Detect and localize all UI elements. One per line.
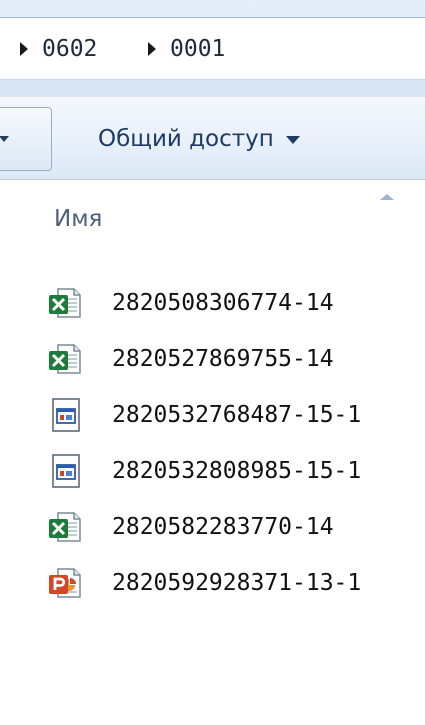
file-name: 2820532768487-15-1: [112, 402, 362, 428]
breadcrumb-item-0001[interactable]: 0001: [148, 18, 225, 80]
excel-file-icon: [48, 342, 94, 376]
list-item[interactable]: 2820532808985-15-1: [48, 443, 418, 499]
file-name: 2820582283770-14: [112, 514, 334, 540]
excel-file-icon: [48, 510, 94, 544]
file-name: 2820527869755-14: [112, 346, 334, 372]
list-item[interactable]: 2820508306774-14: [48, 275, 418, 331]
powerpoint-file-icon: [48, 566, 94, 600]
chevron-down-icon: [285, 136, 300, 144]
breadcrumb-item-0602[interactable]: 0602: [20, 18, 97, 80]
share-button[interactable]: Общий доступ: [90, 107, 308, 171]
command-bar: Общий доступ: [0, 97, 425, 180]
list-item[interactable]: 2820592928371-13-1: [48, 555, 418, 611]
application-file-icon: [48, 398, 94, 432]
file-name: 2820508306774-14: [112, 290, 334, 316]
file-list: Имя 2820508306774-14 2820527869755-14 28…: [0, 180, 425, 725]
file-name: 2820592928371-13-1: [112, 570, 362, 596]
list-item[interactable]: 2820527869755-14: [48, 331, 418, 387]
breadcrumb-label[interactable]: 0001: [170, 36, 225, 62]
application-file-icon: [48, 454, 94, 488]
explorer-window: 0602 0001 Общий доступ Имя 2820508306774…: [0, 0, 425, 725]
address-bar: 0602 0001: [0, 0, 425, 97]
column-header-label: Имя: [54, 206, 103, 232]
share-button-label: Общий доступ: [98, 126, 274, 152]
breadcrumb-label[interactable]: 0602: [42, 36, 97, 62]
sort-ascending-icon: [380, 194, 394, 200]
breadcrumb[interactable]: 0602 0001: [0, 17, 425, 80]
file-name: 2820532808985-15-1: [112, 458, 362, 484]
breadcrumb-arrow-icon[interactable]: [20, 42, 28, 56]
column-header-name[interactable]: Имя: [40, 194, 410, 242]
chevron-down-icon: [0, 136, 9, 142]
breadcrumb-arrow-icon[interactable]: [148, 42, 156, 56]
file-rows: 2820508306774-14 2820527869755-14 282053…: [48, 275, 418, 611]
list-item[interactable]: 2820532768487-15-1: [48, 387, 418, 443]
organize-button[interactable]: [0, 107, 52, 171]
list-item[interactable]: 2820582283770-14: [48, 499, 418, 555]
excel-file-icon: [48, 286, 94, 320]
